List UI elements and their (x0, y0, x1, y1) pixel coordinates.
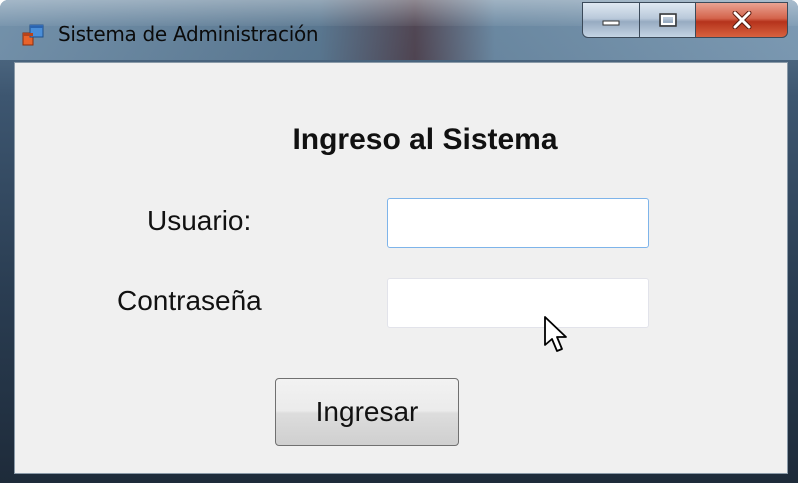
app-window: Sistema de Administración Ingreso al Sis… (0, 0, 798, 483)
window-title: Sistema de Administración (58, 22, 319, 46)
maximize-button[interactable] (640, 2, 696, 38)
password-input[interactable] (387, 278, 649, 328)
minimize-button[interactable] (582, 2, 640, 38)
form-client-area: Ingreso al Sistema Usuario: Contraseña I… (14, 62, 788, 474)
form-heading: Ingreso al Sistema (292, 123, 558, 156)
login-button[interactable]: Ingresar (275, 378, 459, 446)
maximize-icon (658, 13, 677, 27)
username-input[interactable] (387, 198, 649, 248)
windows-form-icon (22, 24, 44, 46)
title-bar[interactable]: Sistema de Administración (0, 0, 798, 60)
username-label: Usuario: (147, 205, 252, 236)
password-label: Contraseña (117, 285, 262, 316)
close-button[interactable] (696, 2, 788, 38)
mouse-cursor-icon (544, 316, 567, 352)
caption-buttons (582, 2, 788, 38)
close-icon (732, 11, 751, 29)
minimize-icon (602, 20, 620, 26)
